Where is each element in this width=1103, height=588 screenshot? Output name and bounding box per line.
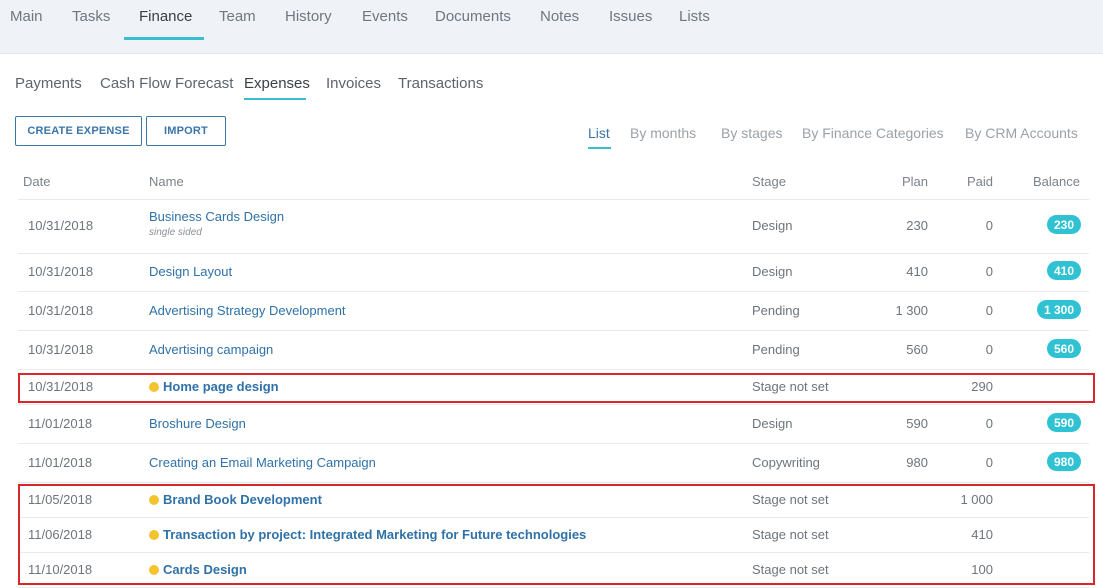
row-stage: Stage not set <box>752 492 829 507</box>
row-name-link[interactable]: Advertising campaign <box>149 342 273 357</box>
row-plan: 410 <box>906 264 928 279</box>
balance-badge: 1 300 <box>1036 300 1081 319</box>
subtab-cash-flow-forecast[interactable]: Cash Flow Forecast <box>100 75 233 92</box>
view-list[interactable]: List <box>588 125 610 141</box>
tab-main[interactable]: Main <box>10 8 43 25</box>
row-stage: Pending <box>752 303 800 318</box>
col-plan[interactable]: Plan <box>902 174 928 189</box>
row-date: 11/10/2018 <box>28 562 93 577</box>
table-row[interactable]: 11/10/2018 Cards Design Stage not set 100 <box>18 553 1089 588</box>
view-by-finance-categories[interactable]: By Finance Categories <box>802 125 944 141</box>
row-plan: 560 <box>906 342 928 357</box>
row-date: 11/06/2018 <box>28 527 93 542</box>
row-paid: 0 <box>985 455 993 470</box>
row-plan: 980 <box>906 455 928 470</box>
col-paid[interactable]: Paid <box>967 174 993 189</box>
import-button[interactable]: IMPORT <box>146 116 226 146</box>
row-stage: Copywriting <box>752 455 820 470</box>
table-row[interactable]: 10/31/2018 Home page design Stage not set 2… <box>18 370 1089 405</box>
tab-events[interactable]: Events <box>362 8 408 25</box>
create-expense-button[interactable]: CREATE EXPENSE <box>15 116 142 146</box>
row-name-link[interactable]: Business Cards Design <box>149 209 284 224</box>
table-row[interactable]: 11/01/2018 Creating an Email Marketing Ca… <box>18 444 1089 483</box>
row-plan: 590 <box>906 416 928 431</box>
active-view-indicator <box>588 147 611 149</box>
table-row[interactable]: 10/31/2018 Design Layout Design 410 0 410 <box>18 254 1089 292</box>
row-plan: 1 300 <box>895 303 928 318</box>
subtab-transactions[interactable]: Transactions <box>398 75 483 92</box>
row-name-link[interactable]: Transaction by project: Integrated Marke… <box>163 527 586 542</box>
active-subtab-indicator <box>244 98 306 100</box>
row-name-link[interactable]: Creating an Email Marketing Campaign <box>149 455 376 470</box>
tab-team[interactable]: Team <box>219 8 256 25</box>
row-name-link[interactable]: Broshure Design <box>149 416 246 431</box>
row-paid: 0 <box>985 218 993 233</box>
subtab-payments[interactable]: Payments <box>15 75 82 92</box>
tab-documents[interactable]: Documents <box>435 8 511 25</box>
yellow-dot-icon <box>149 565 159 575</box>
table-row[interactable]: 11/05/2018 Brand Book Development Stage no… <box>18 483 1089 518</box>
row-stage: Pending <box>752 342 800 357</box>
tab-lists[interactable]: Lists <box>679 8 710 25</box>
row-name-link[interactable]: Advertising Strategy Development <box>149 303 346 318</box>
row-stage: Design <box>752 416 793 431</box>
col-name[interactable]: Name <box>149 174 184 189</box>
col-balance[interactable]: Balance <box>1033 174 1080 189</box>
row-date: 11/01/2018 <box>28 455 93 470</box>
subtab-expenses[interactable]: Expenses <box>244 75 310 92</box>
row-paid: 290 <box>971 379 993 394</box>
view-by-crm-accounts[interactable]: By CRM Accounts <box>965 125 1078 141</box>
tab-history[interactable]: History <box>285 8 332 25</box>
row-date: 10/31/2018 <box>28 218 94 233</box>
view-by-stages[interactable]: By stages <box>721 125 782 141</box>
row-date: 10/31/2018 <box>28 303 94 318</box>
row-stage: Stage not set <box>752 379 829 394</box>
top-nav: Main Tasks Finance Team History Events D… <box>0 0 1103 54</box>
row-paid: 1 000 <box>960 492 993 507</box>
subtab-invoices[interactable]: Invoices <box>326 75 381 92</box>
row-note: single sided <box>149 227 202 238</box>
row-date: 11/05/2018 <box>28 492 93 507</box>
tab-tasks[interactable]: Tasks <box>72 8 110 25</box>
table-row[interactable]: 11/01/2018 Broshure Design Design 590 0 590 <box>18 405 1089 444</box>
balance-badge: 230 <box>1046 215 1081 234</box>
table-row[interactable]: 10/31/2018 Advertising campaign Pending 560… <box>18 331 1089 370</box>
row-paid: 100 <box>971 562 993 577</box>
row-date: 10/31/2018 <box>28 379 94 394</box>
row-paid: 0 <box>985 416 993 431</box>
yellow-dot-icon <box>149 530 159 540</box>
balance-badge: 590 <box>1046 413 1081 432</box>
tab-issues[interactable]: Issues <box>609 8 652 25</box>
row-name-link[interactable]: Design Layout <box>149 264 232 279</box>
row-stage: Stage not set <box>752 562 829 577</box>
tab-finance[interactable]: Finance <box>139 8 192 25</box>
row-plan: 230 <box>906 218 928 233</box>
active-tab-indicator <box>124 37 204 40</box>
row-stage: Design <box>752 218 793 233</box>
row-stage: Stage not set <box>752 527 829 542</box>
row-name-link[interactable]: Cards Design <box>163 562 247 577</box>
row-stage: Design <box>752 264 793 279</box>
table-row[interactable]: 11/06/2018 Transaction by project: Integr… <box>18 518 1089 553</box>
row-paid: 0 <box>985 342 993 357</box>
balance-badge: 410 <box>1046 261 1081 280</box>
yellow-dot-icon <box>149 382 159 392</box>
view-by-months[interactable]: By months <box>630 125 696 141</box>
table-row[interactable]: 10/31/2018 Business Cards Design single si… <box>18 200 1089 254</box>
row-name-link[interactable]: Home page design <box>163 379 279 394</box>
row-paid: 410 <box>971 527 993 542</box>
row-date: 11/01/2018 <box>28 416 93 431</box>
row-date: 10/31/2018 <box>28 342 94 357</box>
col-stage[interactable]: Stage <box>752 174 786 189</box>
row-paid: 0 <box>985 264 993 279</box>
row-name-link[interactable]: Brand Book Development <box>163 492 322 507</box>
table-row[interactable]: 10/31/2018 Advertising Strategy Developme… <box>18 292 1089 331</box>
col-date[interactable]: Date <box>23 174 50 189</box>
row-date: 10/31/2018 <box>28 264 94 279</box>
row-paid: 0 <box>985 303 993 318</box>
tab-notes[interactable]: Notes <box>540 8 579 25</box>
balance-badge: 980 <box>1046 452 1081 471</box>
balance-badge: 560 <box>1046 339 1081 358</box>
yellow-dot-icon <box>149 495 159 505</box>
